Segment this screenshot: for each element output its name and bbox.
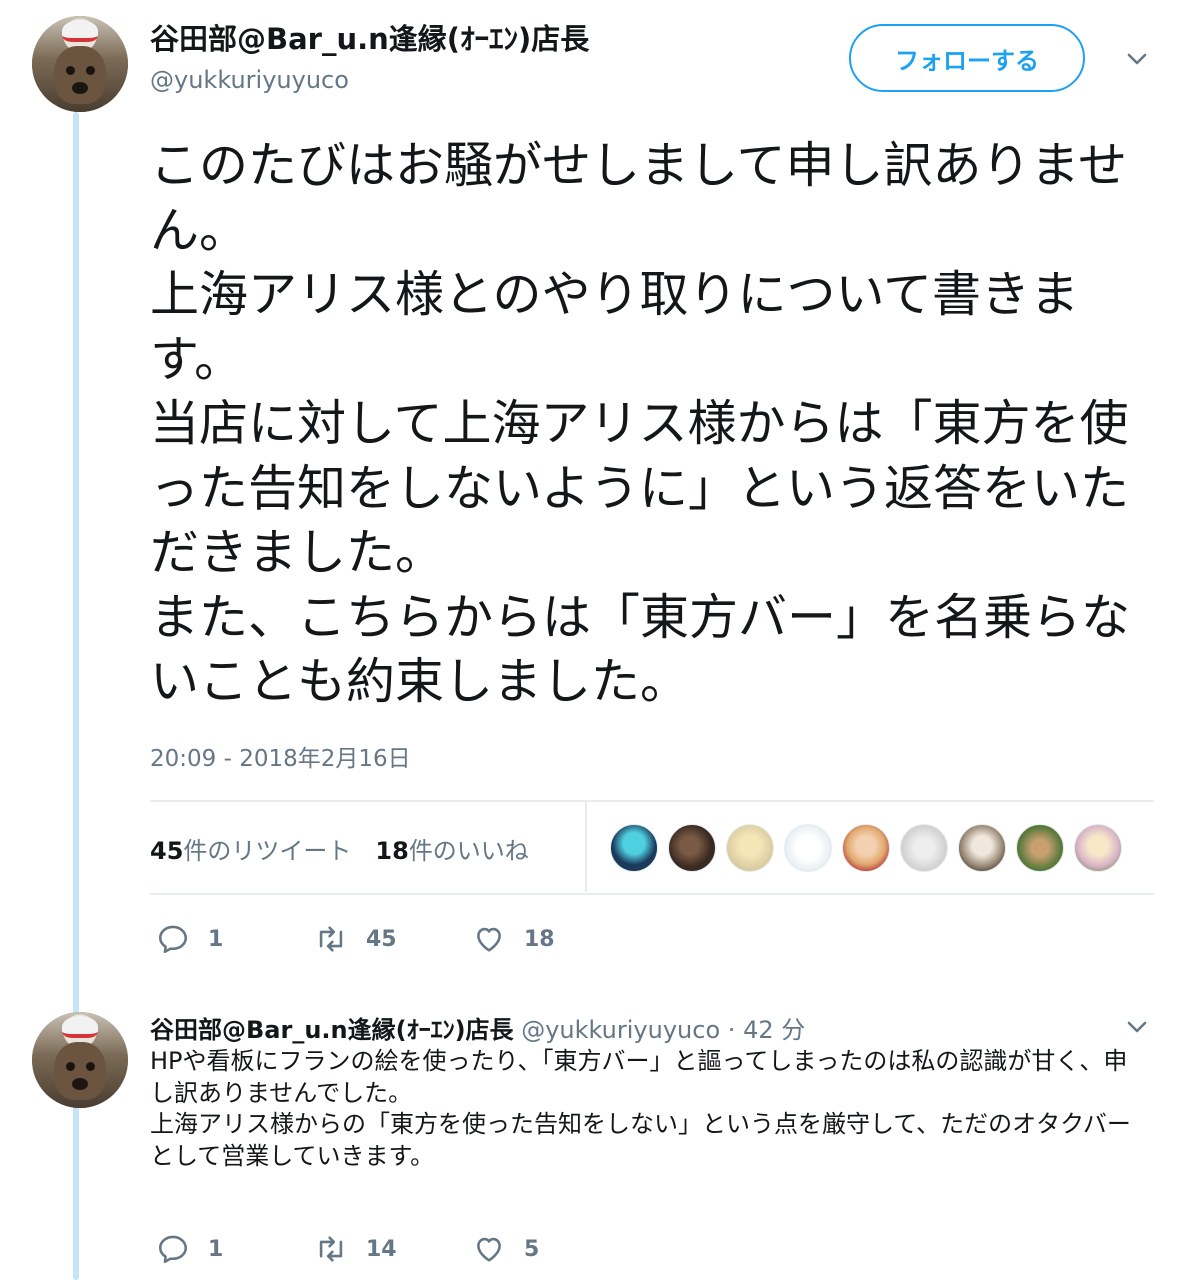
liker-avatar[interactable]	[726, 824, 774, 872]
like-stat-label: 件のいいね	[408, 836, 529, 865]
reply-author-name[interactable]: 谷田部@Bar_u.n逢縁(ｵｰｴﾝ)店長	[150, 1016, 514, 1044]
reply-like-count: 5	[524, 1236, 540, 1262]
like-action-count: 18	[524, 926, 555, 952]
liker-avatar[interactable]	[784, 824, 832, 872]
reply-reply-count: 1	[208, 1236, 224, 1262]
reply-header: 谷田部@Bar_u.n逢縁(ｵｰｴﾝ)店長 @yukkuriyuyuco · 4…	[150, 1010, 805, 1045]
retweet-stat-label: 件のリツイート	[183, 836, 352, 865]
reply-author-handle[interactable]: @yukkuriyuyuco	[521, 1016, 720, 1044]
chevron-down-icon[interactable]	[1126, 48, 1148, 70]
like-action[interactable]: 5	[472, 1232, 539, 1266]
retweet-icon	[319, 1236, 343, 1262]
liker-avatar[interactable]	[1016, 824, 1064, 872]
heart-icon	[477, 1237, 501, 1262]
retweet-icon	[319, 926, 343, 952]
reply-retweet-count: 14	[366, 1236, 397, 1262]
reply-action[interactable]: 1	[156, 1232, 314, 1266]
divider-bottom	[150, 893, 1154, 895]
reply-separator: ·	[727, 1016, 736, 1044]
reply-icon	[158, 925, 188, 954]
reply-icon	[158, 1235, 188, 1264]
liker-avatar[interactable]	[1074, 824, 1122, 872]
stats-separator	[585, 802, 587, 892]
author-avatar[interactable]	[32, 16, 128, 112]
reply-author-avatar[interactable]	[32, 1012, 128, 1108]
like-stat[interactable]: 18件のいいね	[375, 831, 528, 866]
tweet-actions: 1 45 18	[156, 922, 555, 956]
divider-top	[150, 800, 1154, 802]
like-action[interactable]: 18	[472, 922, 555, 956]
retweet-count: 45	[150, 836, 184, 865]
reply-tweet-actions: 1 14 5	[156, 1232, 539, 1266]
retweet-action[interactable]: 45	[314, 922, 472, 956]
reply-tweet-text: HPや看板にフランの絵を使ったり、「東方バー」と謳ってしまったのは私の認識が甘く…	[150, 1047, 1131, 1170]
liker-avatar[interactable]	[610, 824, 658, 872]
retweet-action[interactable]: 14	[314, 1232, 472, 1266]
liker-avatar[interactable]	[900, 824, 948, 872]
reply-count: 1	[208, 926, 224, 952]
follow-button[interactable]: フォローする	[849, 24, 1085, 92]
reply-chevron-down-icon[interactable]	[1126, 1016, 1148, 1038]
liker-avatar[interactable]	[842, 824, 890, 872]
tweet-text: このたびはお騒がせしまして申し訳ありません。 上海アリス様とのやり取りについて書…	[150, 137, 1131, 710]
reply-action[interactable]: 1	[156, 922, 314, 956]
heart-icon	[477, 927, 501, 952]
liker-avatar[interactable]	[668, 824, 716, 872]
reply-time[interactable]: 42 分	[743, 1016, 805, 1044]
tweet-timestamp[interactable]: 20:09 - 2018年2月16日	[150, 739, 411, 773]
tweet-stats: 45件のリツイート 18件のいいね	[150, 826, 529, 870]
liker-avatar[interactable]	[958, 824, 1006, 872]
retweet-action-count: 45	[366, 926, 397, 952]
retweet-stat[interactable]: 45件のリツイート	[150, 831, 351, 866]
like-count: 18	[375, 836, 409, 865]
author-handle[interactable]: @yukkuriyuyuco	[150, 66, 349, 94]
author-name[interactable]: 谷田部@Bar_u.n逢縁(ｵｰｴﾝ)店長	[150, 16, 589, 58]
